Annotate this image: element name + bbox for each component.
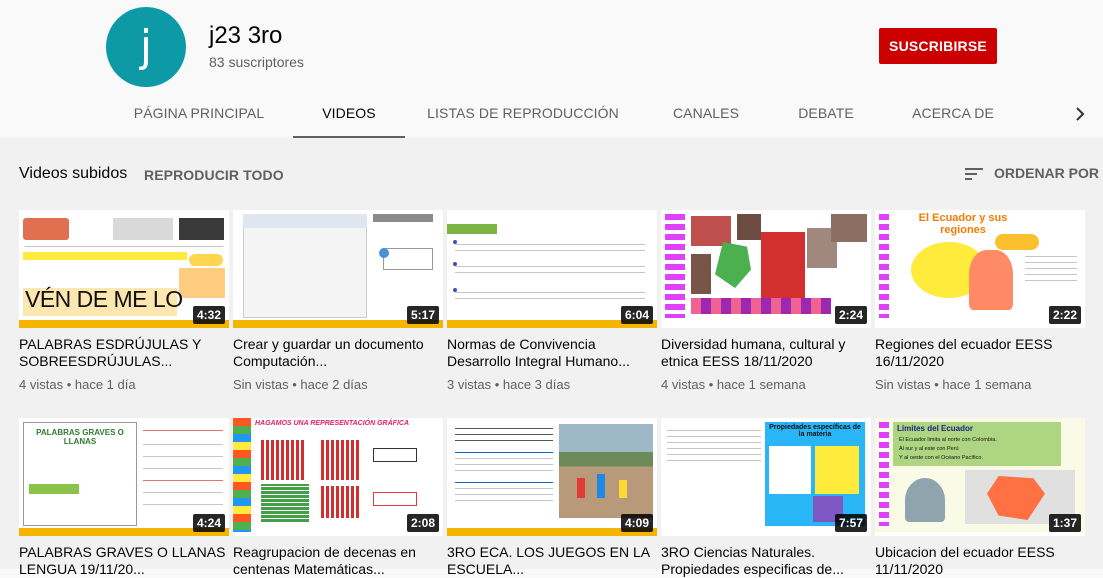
video-duration: 2:22 [1048, 306, 1081, 324]
upload-age: hace 1 día [74, 377, 136, 392]
video-duration: 6:04 [620, 306, 653, 324]
tab-about[interactable]: ACERCA DE [898, 90, 1008, 138]
thumbnail-heading: HAGAMOS UNA REPRESENTACIÓN GRÁFICA [255, 420, 410, 427]
video-meta: Sin vistas • hace 1 semana [875, 377, 1032, 392]
channel-tabs: PÁGINA PRINCIPAL VIDEOS LISTAS DE REPROD… [0, 90, 1103, 138]
thumbnail-line: Al sur y al este con Perú [899, 446, 959, 452]
video-card[interactable]: VÉN DE ME LO 4:32 PALABRAS ESDRÚJULAS Y … [19, 210, 229, 392]
view-count: 4 vistas [19, 377, 64, 392]
view-count: 3 vistas [447, 377, 492, 392]
subscribe-button[interactable]: SUSCRIBIRSE [879, 28, 997, 64]
sort-icon[interactable] [963, 164, 985, 184]
thumbnail-footer-bar [661, 324, 871, 328]
upload-age: hace 1 semana [942, 377, 1032, 392]
video-thumbnail[interactable]: Límites del Ecuador El Ecuador limita al… [875, 418, 1085, 536]
video-title[interactable]: 3RO Ciencias Naturales. Propiedades espe… [661, 544, 871, 578]
video-card[interactable]: 4:09 3RO ECA. LOS JUEGOS EN LA ESCUELA..… [447, 418, 657, 578]
video-card[interactable]: 2:24 Diversidad humana, cultural y etnic… [661, 210, 871, 392]
thumbnail-word: VÉN DE ME LO [25, 286, 183, 312]
video-card[interactable]: Límites del Ecuador El Ecuador limita al… [875, 418, 1085, 578]
video-thumbnail[interactable]: 5:17 [233, 210, 443, 328]
video-duration: 4:32 [192, 306, 225, 324]
thumbnail-heading: El Ecuador y sus regiones [918, 212, 1008, 236]
subscriber-count: 83 suscriptores [209, 54, 304, 70]
video-duration: 5:17 [406, 306, 439, 324]
video-card[interactable]: Propiedades específicas de la materia 7:… [661, 418, 871, 578]
video-title[interactable]: 3RO ECA. LOS JUEGOS EN LA ESCUELA... [447, 544, 657, 578]
video-card[interactable]: PALABRAS GRAVES O LLANAS 4:24 PALABRAS G… [19, 418, 229, 578]
thumbnail-heading: Límites del Ecuador [897, 424, 974, 433]
thumbnail-heading: Propiedades específicas de la materia [769, 424, 861, 438]
thumbnail-footer-bar [661, 532, 871, 536]
video-duration: 4:24 [192, 514, 225, 532]
thumbnail-line: El Ecuador limita al norte con Colombia. [899, 437, 997, 443]
video-title[interactable]: Crear y guardar un documento Computación… [233, 336, 443, 370]
tab-discussion[interactable]: DEBATE [784, 90, 868, 138]
video-title[interactable]: Reagrupacion de decenas en centenas Mate… [233, 544, 443, 578]
thumbnail-footer-bar [875, 324, 1085, 328]
thumbnail-heading: PALABRAS GRAVES O LLANAS [36, 428, 124, 446]
video-thumbnail[interactable]: 4:09 [447, 418, 657, 536]
channel-header: j j23 3ro 83 suscriptores SUSCRIBIRSE PÁ… [0, 0, 1103, 138]
video-title[interactable]: PALABRAS GRAVES O LLANAS LENGUA 19/11/20… [19, 544, 229, 578]
video-title[interactable]: Normas de Convivencia Desarrollo Integra… [447, 336, 657, 370]
sort-by-button[interactable]: ORDENAR POR [994, 165, 1099, 181]
videos-section: Videos subidos REPRODUCIR TODO ORDENAR P… [0, 138, 1103, 577]
video-card[interactable]: 6:04 Normas de Convivencia Desarrollo In… [447, 210, 657, 392]
video-thumbnail[interactable]: Propiedades específicas de la materia 7:… [661, 418, 871, 536]
tab-videos[interactable]: VIDEOS [293, 90, 405, 138]
video-meta: Sin vistas • hace 2 días [233, 377, 368, 392]
view-count: 4 vistas [661, 377, 706, 392]
upload-age: hace 1 semana [716, 377, 806, 392]
video-duration: 1:37 [1048, 514, 1081, 532]
video-duration: 2:08 [406, 514, 439, 532]
chevron-right-icon[interactable] [1070, 104, 1090, 124]
thumbnail-footer-bar [875, 532, 1085, 536]
upload-age: hace 3 días [502, 377, 571, 392]
tab-home[interactable]: PÁGINA PRINCIPAL [120, 90, 278, 138]
video-duration: 4:09 [620, 514, 653, 532]
video-card[interactable]: El Ecuador y sus regiones 2:22 Regiones … [875, 210, 1085, 392]
video-thumbnail[interactable]: El Ecuador y sus regiones 2:22 [875, 210, 1085, 328]
tab-channels[interactable]: CANALES [656, 90, 756, 138]
video-thumbnail[interactable]: PALABRAS GRAVES O LLANAS 4:24 [19, 418, 229, 536]
video-title[interactable]: Ubicacion del ecuador EESS 11/11/2020 [875, 544, 1085, 578]
video-duration: 7:57 [834, 514, 867, 532]
video-thumbnail[interactable]: 2:24 [661, 210, 871, 328]
video-title[interactable]: Diversidad humana, cultural y etnica EES… [661, 336, 871, 370]
video-thumbnail[interactable]: HAGAMOS UNA REPRESENTACIÓN GRÁFICA 2:08 [233, 418, 443, 536]
play-all-button[interactable]: REPRODUCIR TODO [144, 167, 284, 183]
video-title[interactable]: PALABRAS ESDRÚJULAS Y SOBREESDRÚJULAS... [19, 336, 229, 370]
video-card[interactable]: HAGAMOS UNA REPRESENTACIÓN GRÁFICA 2:08 … [233, 418, 443, 578]
video-card[interactable]: 5:17 Crear y guardar un documento Comput… [233, 210, 443, 392]
section-title: Videos subidos [19, 165, 128, 182]
video-thumbnail[interactable]: 6:04 [447, 210, 657, 328]
channel-avatar[interactable]: j [106, 7, 186, 87]
view-count: Sin vistas [875, 377, 931, 392]
video-thumbnail[interactable]: VÉN DE ME LO 4:32 [19, 210, 229, 328]
video-title[interactable]: Regiones del ecuador EESS 16/11/2020 [875, 336, 1085, 370]
video-duration: 2:24 [834, 306, 867, 324]
tab-playlists[interactable]: LISTAS DE REPRODUCCIÓN [420, 90, 626, 138]
video-meta: 3 vistas • hace 3 días [447, 377, 571, 392]
video-meta: 4 vistas • hace 1 día [19, 377, 136, 392]
channel-name: j23 3ro [209, 22, 283, 49]
thumbnail-footer-bar [233, 532, 443, 536]
view-count: Sin vistas [233, 377, 289, 392]
thumbnail-line: Y al oeste con el Océano Pacífico. [899, 455, 983, 461]
upload-age: hace 2 días [300, 377, 368, 392]
video-meta: 4 vistas • hace 1 semana [661, 377, 806, 392]
